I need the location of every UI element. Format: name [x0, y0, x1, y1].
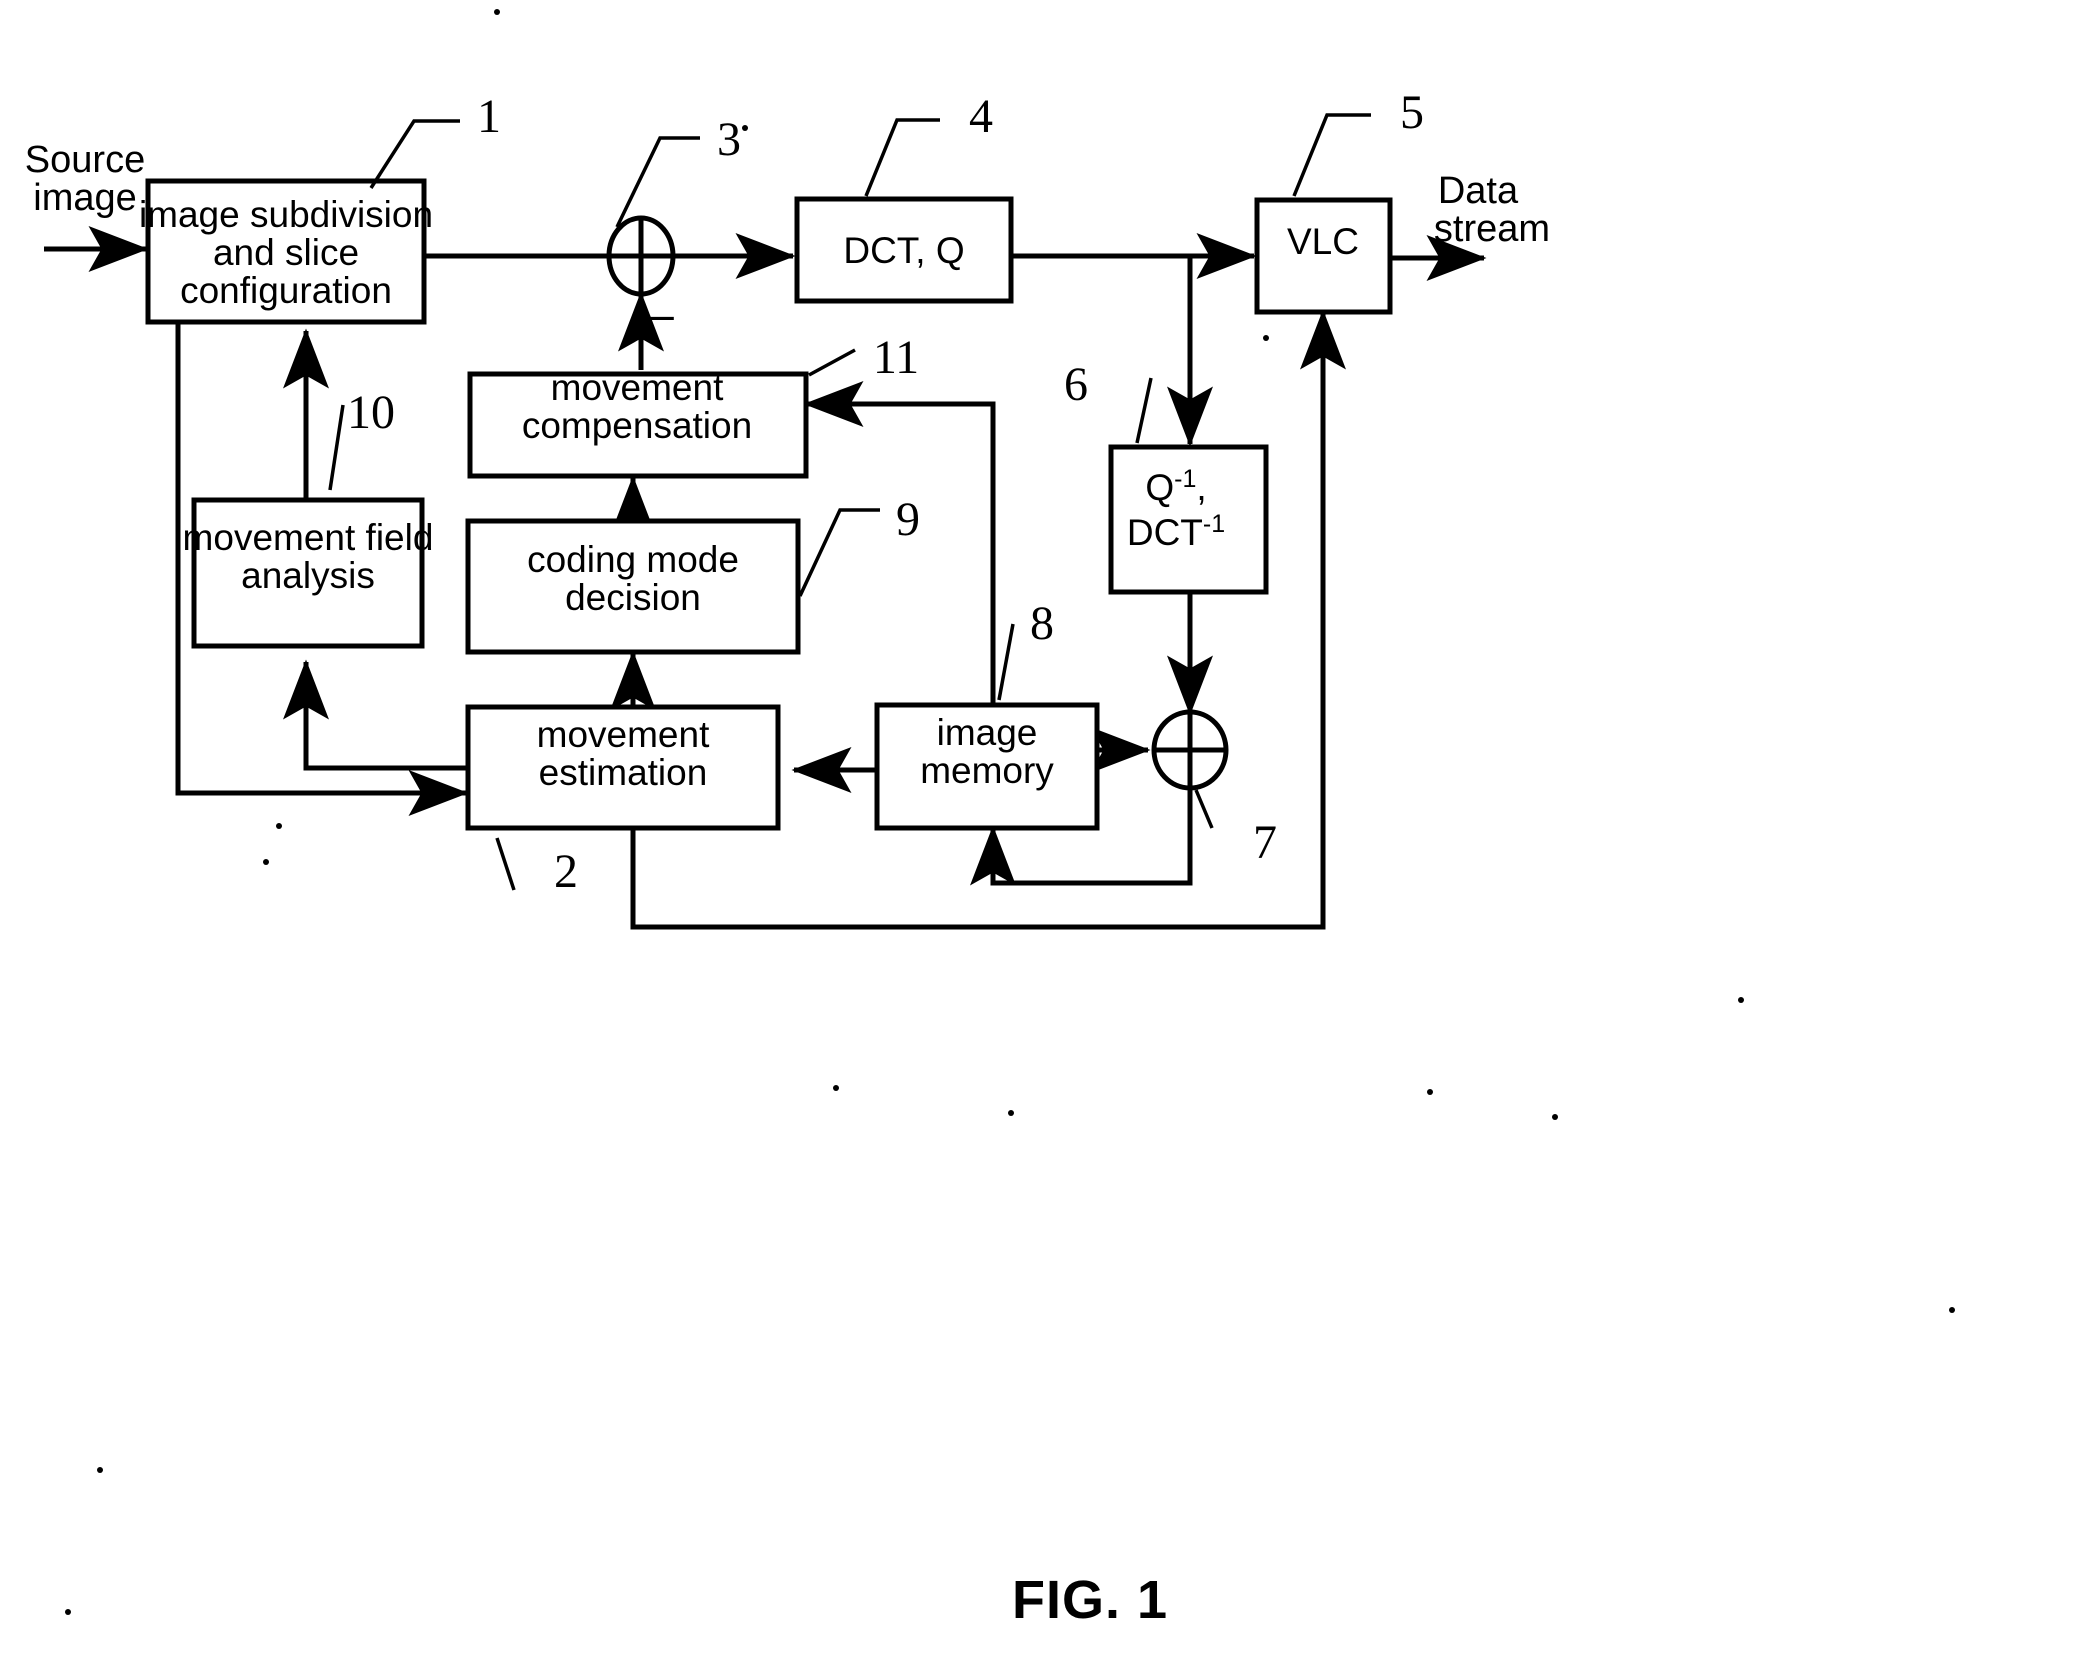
ref-num-3: 3 [717, 113, 741, 166]
leader-7 [1194, 789, 1214, 829]
block-label-coding-line2: decision [565, 577, 701, 618]
source-image-label-line1: Source [25, 139, 145, 181]
source-image-label-line2: image [33, 177, 137, 219]
block-coding-mode-decision[interactable]: coding mode decision [465, 518, 801, 655]
leader-1 [369, 119, 460, 189]
block-label-dct: DCT, Q [843, 230, 964, 271]
block-inverse-transform[interactable]: Q-1, DCT-1 [1108, 444, 1269, 595]
block-movement-compensation[interactable]: movement compensation [467, 367, 809, 479]
qinv-base: Q [1145, 467, 1174, 508]
block-label-compensation-line2: compensation [522, 405, 752, 446]
block-label-line1: image subdivision [139, 194, 433, 235]
dctinv-base: DCT [1127, 512, 1203, 553]
data-stream-label-line2: stream [1434, 208, 1550, 250]
block-label-estimation-line2: estimation [539, 752, 708, 793]
block-image-subdivision[interactable]: image subdivision and slice configuratio… [139, 178, 433, 325]
ref-num-8: 8 [1030, 597, 1054, 650]
wire-memory-to-compensation [803, 380, 996, 703]
block-label-line3: configuration [180, 270, 392, 311]
ref-num-5: 5 [1400, 86, 1424, 139]
ref-num-9: 9 [896, 493, 920, 546]
figure-caption: FIG. 1 [1012, 1570, 1168, 1630]
ref-num-1: 1 [477, 90, 501, 143]
block-label-compensation-line1: movement [551, 367, 724, 408]
block-label-line2: and slice [213, 232, 359, 273]
block-label-coding-line1: coding mode [527, 539, 739, 580]
ref-num-6: 6 [1064, 358, 1088, 411]
ref-num-10: 10 [347, 386, 395, 439]
data-stream-label-line1: Data [1438, 170, 1519, 212]
leader-3 [615, 136, 700, 228]
leader-4 [864, 118, 940, 197]
block-vlc[interactable]: VLC [1254, 197, 1393, 315]
block-image-memory[interactable]: image memory [874, 702, 1100, 831]
dctinv-sup: -1 [1203, 510, 1225, 538]
leader-11 [808, 348, 856, 377]
ref-num-11: 11 [873, 331, 919, 384]
minus-sign-label: – [648, 288, 674, 340]
wire-estimation-to-field-analysis [283, 659, 468, 771]
leader-9 [798, 508, 880, 597]
block-label-field-line1: movement field [183, 517, 434, 558]
encoder-block-diagram: image subdivision and slice configuratio… [25, 9, 1955, 1630]
qinv-comma: , [1196, 467, 1206, 508]
block-label-vlc: VLC [1287, 221, 1359, 262]
leader-8 [997, 623, 1015, 701]
junction-subtract [606, 215, 676, 297]
block-dct-q[interactable]: DCT, Q [794, 196, 1014, 304]
block-label-field-line2: analysis [241, 555, 375, 596]
block-label-memory-line1: image [937, 712, 1038, 753]
leader-6 [1135, 377, 1153, 444]
block-label-estimation-line1: movement [537, 714, 710, 755]
leader-2 [495, 837, 516, 891]
block-movement-field-analysis[interactable]: movement field analysis [183, 497, 434, 649]
leader-5 [1292, 113, 1371, 197]
block-label-memory-line2: memory [920, 750, 1054, 791]
block-movement-estimation[interactable]: movement estimation [465, 704, 781, 831]
ref-num-2: 2 [554, 845, 578, 898]
leader-10 [328, 404, 345, 491]
patent-figure: image subdivision and slice configuratio… [0, 0, 2090, 1677]
qinv-sup: -1 [1174, 465, 1196, 493]
ref-num-7: 7 [1253, 816, 1277, 869]
junction-add [1151, 709, 1229, 791]
ref-num-4: 4 [969, 90, 993, 143]
